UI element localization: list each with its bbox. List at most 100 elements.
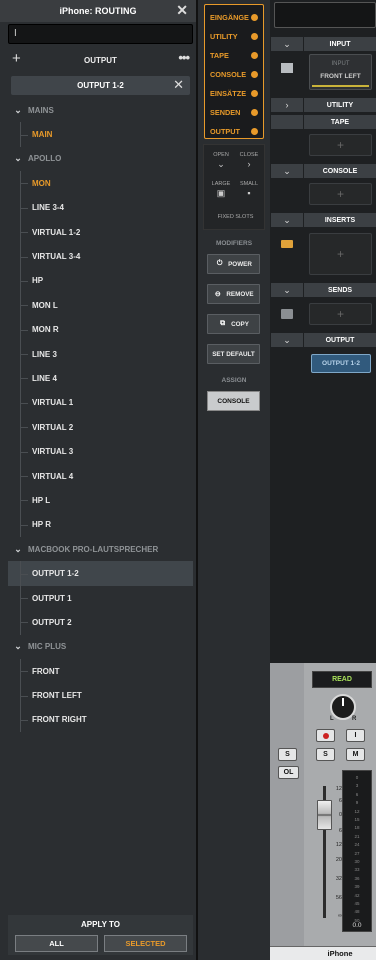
strip-name-field[interactable] xyxy=(274,2,376,28)
view-options: OPEN ⌄ CLOSE › LARGE ▣ SMALL ▪ FIXED SLOTS xyxy=(203,144,265,230)
large-button[interactable]: LARGE ▣ xyxy=(209,178,233,204)
apply-all-button[interactable]: ALL xyxy=(15,935,98,952)
tree-item[interactable]: MON xyxy=(8,171,193,196)
input-slot-underline xyxy=(312,85,369,87)
tree-item[interactable]: VIRTUAL 2 xyxy=(8,415,193,440)
remove-button[interactable]: ⊖ REMOVE xyxy=(207,284,260,304)
apply-selected-button[interactable]: SELECTED xyxy=(104,935,187,952)
tree-item[interactable]: LINE 4 xyxy=(8,366,193,392)
add-icon[interactable]: + xyxy=(12,50,21,68)
tree-item[interactable]: MON L xyxy=(8,293,193,318)
automation-mode-button[interactable]: READ xyxy=(312,671,372,688)
small-button[interactable]: SMALL ▪ xyxy=(237,178,261,204)
collapse-output-chevron-icon[interactable]: ⌄ xyxy=(271,333,303,347)
tree-item-label: VIRTUAL 1 xyxy=(32,398,74,408)
category-sends[interactable]: SENDEN xyxy=(205,103,263,122)
tree-item[interactable]: VIRTUAL 1-2 xyxy=(8,219,193,245)
meter-tick-label: 6 xyxy=(355,791,359,797)
console-slot-add[interactable]: + xyxy=(309,183,372,205)
set-default-button[interactable]: SET DEFAULT xyxy=(207,344,260,364)
more-icon[interactable]: ••• xyxy=(178,50,190,66)
collapse-inserts-chevron-icon[interactable]: ⌄ xyxy=(271,213,303,227)
tree-item[interactable]: VIRTUAL 3 xyxy=(8,439,193,465)
tree-item[interactable]: OUTPUT 2 xyxy=(8,610,193,635)
expand-utility-chevron-icon[interactable]: › xyxy=(271,98,303,112)
insert-monitor-button[interactable]: I xyxy=(346,729,365,742)
tree-group[interactable]: ⌄ MIC PLUS xyxy=(8,635,193,659)
section-sends[interactable]: SENDS xyxy=(304,283,376,297)
tree-item[interactable]: LINE 3-4 xyxy=(8,195,193,221)
solo-button[interactable]: S xyxy=(316,748,335,761)
tree-item[interactable]: HP L xyxy=(8,488,193,514)
close-button[interactable]: CLOSE › xyxy=(237,149,261,175)
open-button[interactable]: OPEN ⌄ xyxy=(209,149,233,175)
fixed-slots-button[interactable]: FIXED SLOTS xyxy=(214,211,257,223)
tree-item[interactable]: FRONT LEFT xyxy=(8,683,193,709)
tree-group[interactable]: ⌄ MAINS xyxy=(8,98,193,122)
section-tape[interactable]: TAPE xyxy=(304,115,376,129)
side-solo-button[interactable]: S xyxy=(278,748,297,761)
category-inserts[interactable]: EINSÄTZE xyxy=(205,84,263,103)
mute-button[interactable]: M xyxy=(346,748,365,761)
copy-button[interactable]: ⧉ COPY xyxy=(207,314,260,334)
section-output[interactable]: OUTPUT xyxy=(304,333,376,347)
power-button[interactable]: ⏻ POWER xyxy=(207,254,260,274)
meter-tick-label: 24 xyxy=(354,842,360,848)
tree-item[interactable]: VIRTUAL 4 xyxy=(8,463,193,489)
section-console[interactable]: CONSOLE xyxy=(304,164,376,178)
input-source-slot[interactable]: INPUT FRONT LEFT xyxy=(309,54,372,90)
tree-item[interactable]: OUTPUT 1 xyxy=(8,585,193,611)
category-tape[interactable]: TAPE xyxy=(205,46,263,65)
sends-slot-add[interactable]: + xyxy=(309,303,372,325)
channel-name[interactable]: iPhone xyxy=(304,946,376,960)
tree-item[interactable]: FRONT RIGHT xyxy=(8,707,193,733)
tree-item[interactable]: MON R xyxy=(8,317,193,343)
tree-group[interactable]: ⌄ MACBOOK PRO-LAUTSPRECHER xyxy=(8,537,193,561)
input-type-icon[interactable] xyxy=(281,63,293,73)
meter-tick-label: 15 xyxy=(354,817,360,822)
category-inputs[interactable]: EINGÄNGE xyxy=(205,8,263,27)
control-column: EINGÄNGE UTILITY TAPE CONSOLE EINSÄTZE S… xyxy=(198,0,270,960)
section-utility[interactable]: UTILITY xyxy=(304,98,376,112)
assign-console-button[interactable]: CONSOLE xyxy=(207,391,260,411)
volume-fader[interactable] xyxy=(317,800,332,830)
collapse-sends-chevron-icon[interactable]: ⌄ xyxy=(271,283,303,297)
tree-item-label: MON L xyxy=(32,300,58,310)
clear-output-icon[interactable]: ✕ xyxy=(173,78,184,92)
tree-group[interactable]: ⌄ APOLLO xyxy=(8,147,193,171)
tree-item[interactable]: LINE 3 xyxy=(8,341,193,367)
chevron-down-icon[interactable]: ⌄ xyxy=(8,544,28,555)
record-arm-button[interactable] xyxy=(316,729,335,742)
tree-item[interactable]: OUTPUT 1-2 xyxy=(8,561,193,587)
section-inserts[interactable]: INSERTS xyxy=(304,213,376,227)
category-output[interactable]: OUTPUT xyxy=(205,122,263,141)
strip-side-panel xyxy=(270,663,304,946)
tree-item[interactable]: HP xyxy=(8,268,193,294)
sends-icon[interactable] xyxy=(281,309,293,319)
inserts-stack-icon[interactable] xyxy=(281,240,293,248)
chevron-down-icon[interactable]: ⌄ xyxy=(8,641,28,652)
category-utility[interactable]: UTILITY xyxy=(205,27,263,46)
tree-item[interactable]: HP R xyxy=(8,512,193,538)
tree-item[interactable]: VIRTUAL 1 xyxy=(8,390,193,416)
category-label: SENDEN xyxy=(210,108,241,117)
chevron-down-icon[interactable]: ⌄ xyxy=(8,105,28,116)
current-output-chip[interactable]: OUTPUT 1-2 ✕ xyxy=(11,76,190,95)
search-input[interactable]: I xyxy=(8,24,193,44)
current-output-label: OUTPUT 1-2 xyxy=(77,81,124,90)
tree-item[interactable]: FRONT xyxy=(8,658,193,684)
tree-item[interactable]: VIRTUAL 3-4 xyxy=(8,244,193,270)
ol-button[interactable]: OL xyxy=(278,766,299,779)
chevron-down-icon[interactable]: ⌄ xyxy=(8,153,28,164)
output-assignment-chip[interactable]: OUTPUT 1-2 xyxy=(311,354,371,373)
category-console[interactable]: CONSOLE xyxy=(205,65,263,84)
modifiers-title: MODIFIERS xyxy=(215,240,253,247)
inserts-slot-add[interactable]: + xyxy=(309,233,372,275)
section-input[interactable]: INPUT xyxy=(304,37,376,51)
tape-slot-add[interactable]: + xyxy=(309,134,372,156)
collapse-input-chevron-icon[interactable]: ⌄ xyxy=(271,37,303,51)
close-icon[interactable]: ✕ xyxy=(176,3,188,17)
collapse-console-chevron-icon[interactable]: ⌄ xyxy=(271,164,303,178)
tree-item[interactable]: MAIN xyxy=(8,122,193,148)
tree-item-label: MON R xyxy=(32,325,59,335)
